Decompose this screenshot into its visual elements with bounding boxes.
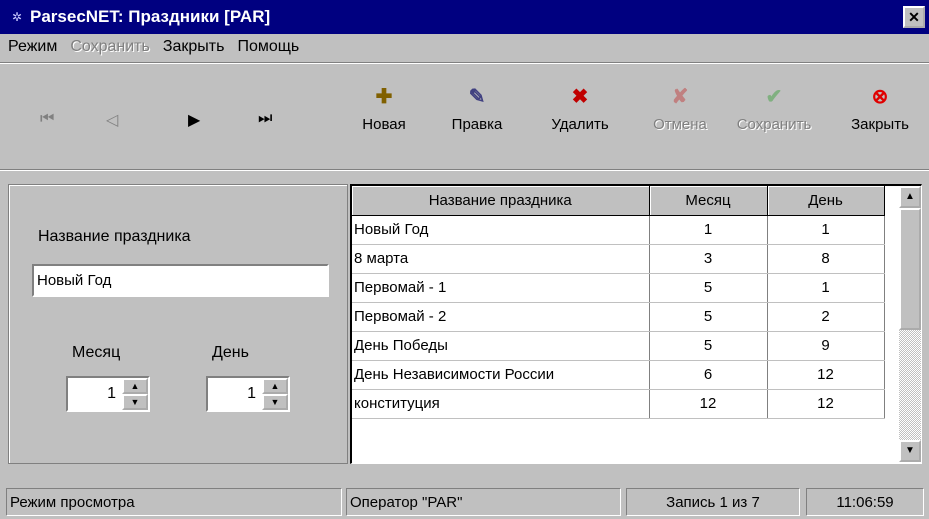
table-row[interactable]: День Независимости России 6 12 xyxy=(352,360,885,390)
save-button[interactable]: ✔ Сохранить xyxy=(734,84,814,146)
table-row[interactable]: Первомай - 151 xyxy=(352,273,885,303)
vertical-scrollbar[interactable]: ▲ ▼ xyxy=(899,186,921,462)
new-record-icon: ✚ xyxy=(375,86,393,108)
next-record-icon[interactable]: ▶ xyxy=(188,110,200,130)
edit-panel xyxy=(8,184,348,464)
table-row[interactable]: День Победы 5 9 xyxy=(352,331,885,361)
status-operator: Оператор "PAR" xyxy=(346,488,621,516)
close-button[interactable]: ⊗ Закрыть xyxy=(840,84,920,146)
title-bar: ✲ ParsecNET: Праздники [PAR] ✕ xyxy=(0,0,929,34)
close-circle-icon: ⊗ xyxy=(871,86,889,108)
table-row[interactable]: 8 марта 3 8 xyxy=(352,244,885,274)
delete-icon: ✖ xyxy=(571,86,589,108)
status-bar: Режим просмотра Оператор "PAR" Запись 1 … xyxy=(0,482,929,519)
save-check-icon: ✔ xyxy=(765,86,783,108)
day-label: День xyxy=(212,344,249,361)
menu-close[interactable]: Закрыть xyxy=(163,38,225,56)
cancel-button[interactable]: ✘ Отмена xyxy=(640,84,720,146)
col-header-day[interactable]: День xyxy=(767,186,885,216)
delete-button[interactable]: ✖ Удалить xyxy=(540,84,620,146)
month-label: Месяц xyxy=(72,344,121,361)
window-close-button[interactable]: ✕ xyxy=(903,6,925,28)
table-row[interactable]: Новый Год 1 1 xyxy=(352,215,885,245)
month-value[interactable]: 1 xyxy=(68,378,122,410)
table-row[interactable]: конституция 12 12 xyxy=(352,389,885,419)
status-time: 11:06:59 xyxy=(806,488,924,516)
prev-record-icon[interactable]: ◁ xyxy=(106,110,118,130)
divider xyxy=(0,169,929,171)
menu-help[interactable]: Помощь xyxy=(237,38,299,56)
scroll-up-icon[interactable]: ▲ xyxy=(899,186,921,208)
edit-icon: ✎ xyxy=(468,86,486,108)
table-row[interactable]: Первомай - 252 xyxy=(352,302,885,332)
month-up-icon[interactable]: ▲ xyxy=(122,378,148,394)
last-record-icon[interactable]: ⏭ xyxy=(258,110,272,128)
scroll-thumb[interactable] xyxy=(899,208,921,330)
month-down-icon[interactable]: ▼ xyxy=(122,394,148,410)
day-up-icon[interactable]: ▲ xyxy=(262,378,288,394)
col-header-name[interactable]: Название праздника xyxy=(352,186,650,216)
app-icon: ✲ xyxy=(12,10,23,24)
holidays-table[interactable]: Название праздника Месяц День Новый Год 1… xyxy=(350,184,922,464)
day-value[interactable]: 1 xyxy=(208,378,262,410)
edit-button[interactable]: ✎ Правка xyxy=(437,84,517,146)
col-header-month[interactable]: Месяц xyxy=(649,186,768,216)
day-down-icon[interactable]: ▼ xyxy=(262,394,288,410)
day-spinner[interactable]: 1 ▲ ▼ xyxy=(206,376,290,412)
new-button[interactable]: ✚ Новая xyxy=(344,84,424,146)
status-record: Запись 1 из 7 xyxy=(626,488,800,516)
status-mode: Режим просмотра xyxy=(6,488,342,516)
month-spinner[interactable]: 1 ▲ ▼ xyxy=(66,376,150,412)
menu-bar: Режим Сохранить Закрыть Помощь xyxy=(0,34,929,60)
cancel-icon: ✘ xyxy=(671,86,689,108)
first-record-icon[interactable]: ⏮ xyxy=(40,110,54,128)
menu-mode[interactable]: Режим xyxy=(8,38,57,56)
window-title: ParsecNET: Праздники [PAR] xyxy=(30,7,271,26)
holiday-name-label: Название праздника xyxy=(38,228,191,245)
holiday-name-input[interactable]: Новый Год xyxy=(32,264,329,297)
scroll-down-icon[interactable]: ▼ xyxy=(899,440,921,462)
menu-save[interactable]: Сохранить xyxy=(70,38,150,56)
